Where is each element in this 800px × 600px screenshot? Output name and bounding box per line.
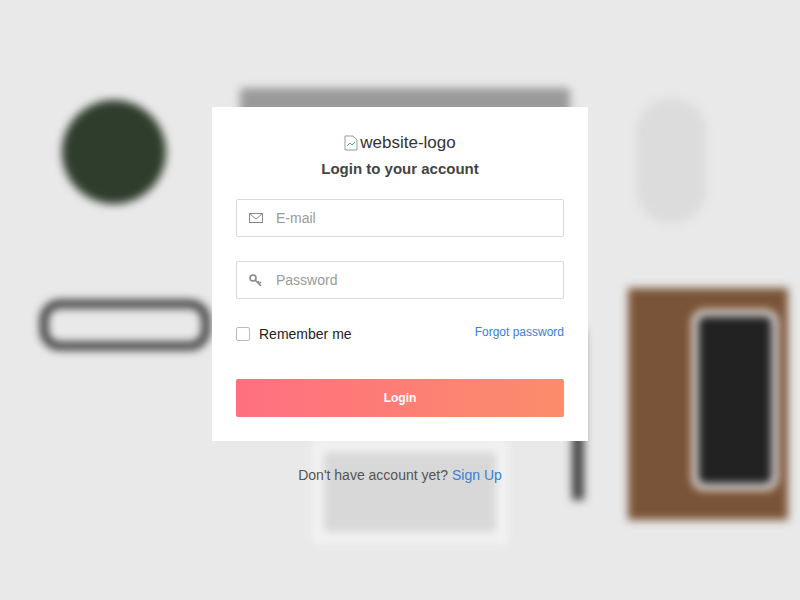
- input-field[interactable]: [236, 199, 564, 237]
- input-field[interactable]: [236, 261, 564, 299]
- signup-prompt: Don't have account yet?Sign Up: [298, 465, 502, 485]
- mail-icon: [249, 212, 263, 224]
- login-button[interactable]: Login: [236, 379, 564, 417]
- text-input[interactable]: [276, 264, 551, 296]
- tablet-shape: [312, 440, 508, 544]
- login-card: website-logo Login to your account Remembe…: [212, 107, 588, 441]
- login-title: Login to your account: [236, 160, 564, 177]
- mouse-shape: [636, 98, 706, 224]
- remember-checkbox[interactable]: Remember me: [236, 326, 352, 342]
- checkbox-box[interactable]: [236, 327, 250, 341]
- forgot-password-link[interactable]: Forgot password: [475, 325, 564, 339]
- plant-shape: [62, 100, 166, 204]
- login-page: website-logo Login to your account Remembe…: [0, 0, 800, 600]
- signup-link[interactable]: Sign Up: [452, 467, 502, 483]
- key-icon: [249, 273, 263, 287]
- phone-shape: [692, 310, 778, 490]
- broken-image-icon: [344, 135, 358, 151]
- glasses-shape: [40, 300, 210, 350]
- text-input[interactable]: [276, 202, 551, 234]
- website-logo: website-logo: [236, 132, 564, 154]
